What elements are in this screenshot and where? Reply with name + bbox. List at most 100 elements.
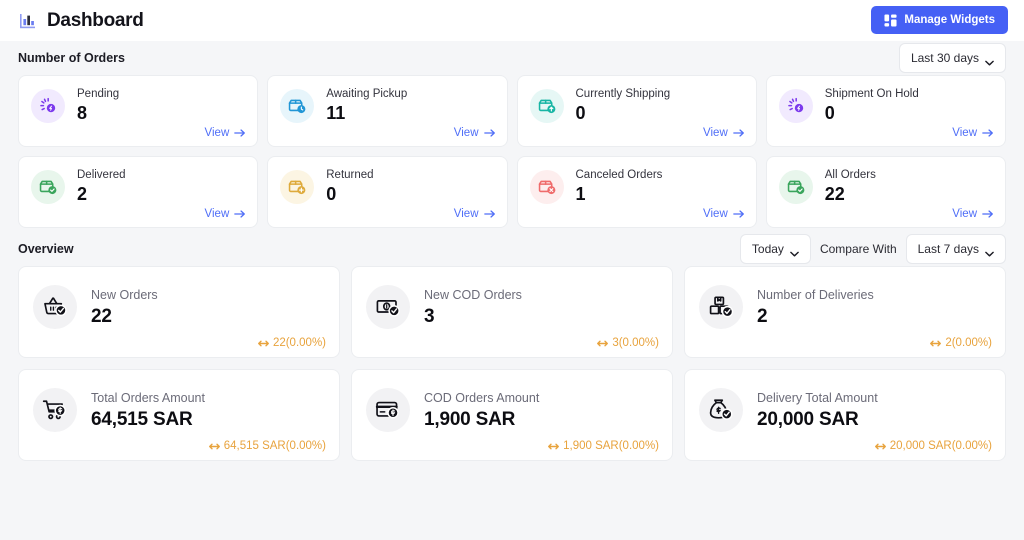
order-stat-body: All Orders 22 — [825, 167, 876, 219]
order-stat-body: Returned 0 — [326, 167, 373, 219]
view-link[interactable]: View — [952, 208, 994, 220]
order-stat-label: Currently Shipping — [575, 88, 671, 100]
app-header: Dashboard Manage Widgets — [0, 0, 1024, 41]
overview-stat-card[interactable]: COD Orders Amount 1,900 SAR 1,900 SAR(0.00… — [351, 369, 673, 461]
arrows-horizontal-icon — [547, 442, 560, 451]
overview-compare-dropdown[interactable]: Last 7 days — [905, 234, 1006, 264]
order-stat-label: Delivered — [77, 169, 126, 181]
arrow-right-icon — [732, 128, 745, 138]
overview-stat-body: Total Orders Amount 64,515 SAR — [91, 383, 205, 451]
overview-stat-card[interactable]: Total Orders Amount 64,515 SAR 64,515 SAR(… — [18, 369, 340, 461]
overview-stat-delta-label: 1,900 SAR(0.00%) — [563, 440, 659, 452]
page-title: Dashboard — [47, 9, 144, 31]
overview-period-value: Today — [751, 242, 784, 256]
arrow-right-icon — [732, 209, 745, 219]
overview-grid-row-2: Total Orders Amount 64,515 SAR 64,515 SAR(… — [0, 369, 1024, 461]
cart-dollar-icon — [33, 388, 77, 432]
order-stat-card[interactable]: Awaiting Pickup 11 View — [267, 75, 508, 147]
money-bag-check-icon — [699, 388, 743, 432]
overview-section-tools: Today Compare With Last 7 days — [739, 234, 1006, 264]
order-stat-body: Canceled Orders 1 — [576, 167, 663, 219]
box-check-icon — [778, 170, 813, 204]
manage-widgets-label: Manage Widgets — [904, 14, 995, 26]
overview-stat-card[interactable]: New Orders 22 22(0.00%) — [18, 266, 340, 358]
overview-grid-row-1: New Orders 22 22(0.00%) New COD Orders 3 3(0.… — [0, 266, 1024, 358]
view-link[interactable]: View — [703, 127, 745, 139]
view-link[interactable]: View — [454, 127, 496, 139]
order-stat-card[interactable]: Canceled Orders 1 View — [516, 156, 757, 228]
arrow-right-icon — [982, 128, 994, 138]
overview-section-header: Overview Today Compare With Last 7 days — [0, 232, 1024, 266]
order-stat-value: 11 — [326, 103, 346, 123]
overview-stat-delta: 2(0.00%) — [929, 337, 992, 349]
view-link[interactable]: View — [205, 127, 247, 139]
view-link-label: View — [952, 208, 977, 220]
chevron-down-icon — [985, 55, 994, 66]
overview-stat-card[interactable]: Delivery Total Amount 20,000 SAR 20,000 SA… — [684, 369, 1006, 461]
order-stat-label: Shipment On Hold — [824, 88, 919, 100]
order-stat-label: Canceled Orders — [575, 169, 663, 181]
spinner-status-icon — [778, 89, 813, 123]
view-link-label: View — [204, 208, 230, 220]
order-stat-card[interactable]: Delivered 2 View — [18, 156, 259, 228]
order-stat-card[interactable]: Returned 0 View — [267, 156, 508, 228]
box-clock-icon — [280, 89, 315, 123]
view-link[interactable]: View — [703, 208, 745, 220]
order-stat-value: 2 — [77, 184, 88, 204]
overview-stat-value: 22 — [91, 306, 112, 327]
basket-check-icon — [33, 285, 77, 329]
overview-stat-label: New COD Orders — [424, 288, 522, 302]
arrow-right-icon — [982, 209, 994, 219]
overview-stat-delta: 3(0.00%) — [596, 337, 659, 349]
overview-stat-body: COD Orders Amount 1,900 SAR — [424, 383, 539, 451]
order-stat-label: All Orders — [824, 169, 876, 181]
order-stat-value: 0 — [575, 103, 586, 123]
order-stat-card[interactable]: Currently Shipping 0 View — [516, 75, 757, 147]
order-stat-body: Awaiting Pickup 11 — [326, 86, 407, 138]
box-check-icon — [31, 170, 65, 204]
boxes-check-icon — [699, 285, 743, 329]
order-stat-body: Shipment On Hold 0 — [825, 86, 919, 138]
view-link-label: View — [952, 127, 977, 139]
view-link[interactable]: View — [952, 127, 994, 139]
overview-stat-delta: 20,000 SAR(0.00%) — [874, 440, 992, 452]
widgets-grid-icon — [884, 13, 897, 27]
order-stat-body: Delivered 2 — [77, 167, 126, 219]
chevron-down-icon — [790, 246, 799, 257]
overview-stat-value: 2 — [757, 306, 768, 327]
orders-section-title: Number of Orders — [18, 51, 125, 65]
overview-stat-delta: 22(0.00%) — [257, 337, 326, 349]
box-cross-icon — [529, 170, 564, 204]
overview-stat-delta-label: 64,515 SAR(0.00%) — [223, 440, 326, 452]
order-stat-card[interactable]: Pending 8 View — [18, 75, 259, 147]
orders-range-value: Last 30 days — [910, 51, 979, 65]
arrows-horizontal-icon — [208, 442, 221, 451]
overview-stat-delta: 64,515 SAR(0.00%) — [208, 440, 326, 452]
chevron-down-icon — [985, 246, 994, 257]
order-stat-card[interactable]: All Orders 22 View — [765, 156, 1006, 228]
orders-section-header: Number of Orders Last 30 days — [0, 41, 1024, 75]
overview-stat-value: 1,900 SAR — [424, 409, 516, 430]
overview-stat-card[interactable]: Number of Deliveries 2 2(0.00%) — [684, 266, 1006, 358]
view-link[interactable]: View — [205, 208, 247, 220]
order-stat-label: Returned — [326, 169, 374, 181]
order-stat-value: 0 — [824, 103, 835, 123]
overview-stat-card[interactable]: New COD Orders 3 3(0.00%) — [351, 266, 673, 358]
orders-grid-row-2: Delivered 2 View Returned 0 View Canceled Orde… — [0, 156, 1024, 228]
view-link[interactable]: View — [454, 208, 496, 220]
order-stat-card[interactable]: Shipment On Hold 0 View — [765, 75, 1006, 147]
order-stat-value: 1 — [575, 184, 586, 204]
spinner-status-icon — [31, 89, 65, 123]
overview-stat-label: Delivery Total Amount — [757, 391, 878, 405]
credit-card-dollar-icon — [366, 388, 410, 432]
manage-widgets-button[interactable]: Manage Widgets — [871, 6, 1008, 34]
orders-range-dropdown[interactable]: Last 30 days — [898, 43, 1006, 73]
arrows-horizontal-icon — [929, 339, 942, 348]
arrow-right-icon — [234, 209, 246, 219]
overview-period-dropdown[interactable]: Today — [739, 234, 811, 264]
view-link-label: View — [204, 127, 230, 139]
arrows-horizontal-icon — [874, 442, 887, 451]
overview-stat-label: Total Orders Amount — [91, 391, 205, 405]
overview-stat-value: 3 — [424, 306, 435, 327]
view-link-label: View — [703, 127, 728, 139]
